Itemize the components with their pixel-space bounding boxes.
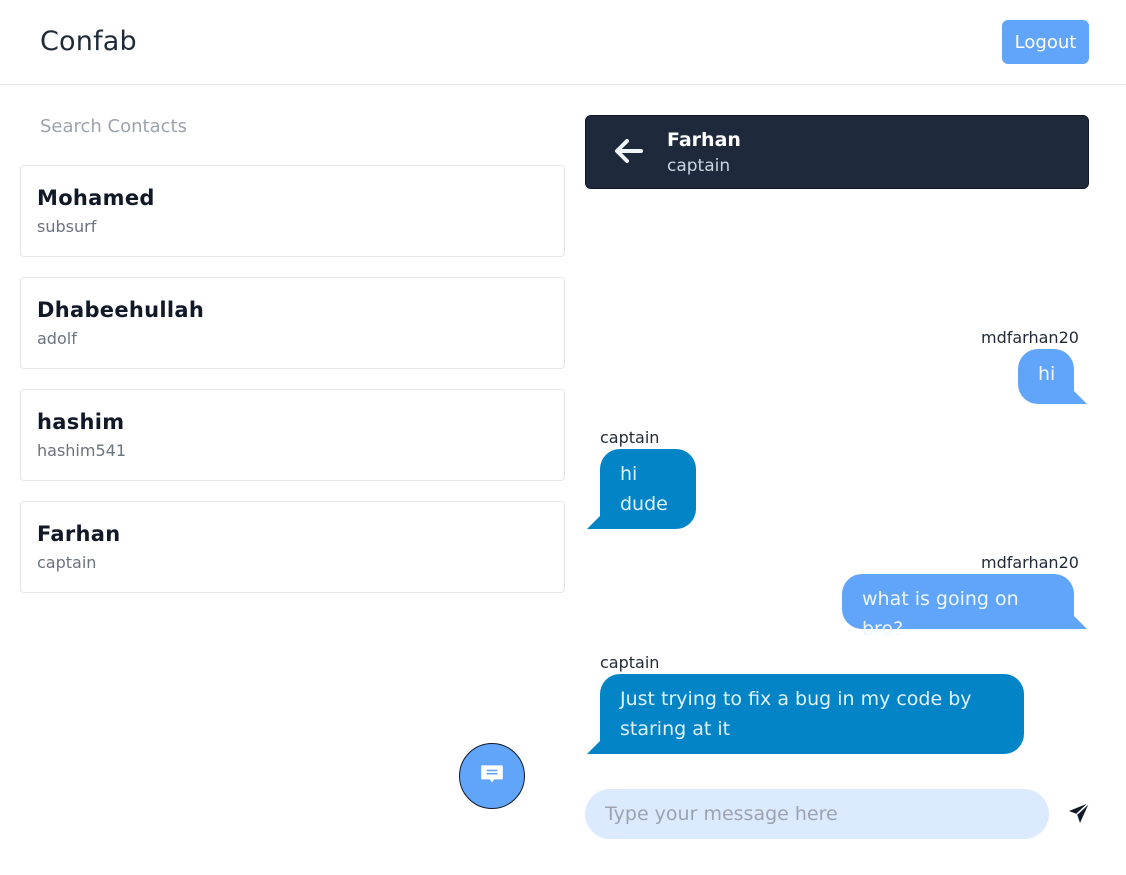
- message-bubble-incoming: hi dude: [600, 449, 696, 529]
- message-text: hi: [1038, 363, 1056, 385]
- paper-plane-icon: [1067, 801, 1091, 829]
- search-contacts-input[interactable]: [20, 106, 565, 146]
- contact-username: hashim541: [37, 441, 126, 460]
- chat-contact-username: captain: [667, 156, 731, 176]
- bubble-tail: [587, 740, 601, 754]
- message-sender: captain: [600, 653, 660, 672]
- message-text: Just trying to fix a bug in my code by: [620, 688, 972, 710]
- message-sender: mdfarhan20: [981, 328, 1079, 347]
- message-bubble-outgoing: what is going on bro?: [842, 574, 1074, 640]
- arrow-left-icon: [613, 137, 643, 169]
- message-text: hi: [620, 463, 638, 485]
- contact-name: Farhan: [37, 522, 121, 546]
- message-text: what is going on bro?: [862, 588, 1019, 640]
- contact-item[interactable]: Farhan captain: [20, 501, 565, 593]
- message-bubble-incoming: Just trying to fix a bug in my code by s…: [600, 674, 1024, 754]
- chat-header: Farhan captain: [585, 115, 1089, 189]
- message-sender: mdfarhan20: [981, 553, 1079, 572]
- bubble-tail: [1073, 615, 1087, 629]
- app-title: Confab: [40, 26, 137, 57]
- contact-name: Mohamed: [37, 186, 155, 210]
- message-bubble-outgoing: hi: [1018, 349, 1074, 404]
- contact-name: Dhabeehullah: [37, 298, 205, 322]
- bubble-tail: [1073, 390, 1087, 404]
- chat-contact-name: Farhan: [667, 129, 741, 151]
- logout-button[interactable]: Logout: [1002, 20, 1089, 64]
- message-text: staring at it: [620, 718, 731, 740]
- contact-item[interactable]: hashim hashim541: [20, 389, 565, 481]
- contact-name: hashim: [37, 410, 125, 434]
- back-button[interactable]: [610, 136, 646, 170]
- message-input[interactable]: [585, 789, 1049, 839]
- chat-bubble-icon: [479, 761, 505, 791]
- message-text: dude: [620, 493, 668, 515]
- contact-username: subsurf: [37, 217, 97, 236]
- top-bar: Confab Logout: [0, 0, 1126, 85]
- send-button[interactable]: [1064, 800, 1094, 830]
- contact-list: Mohamed subsurf Dhabeehullah adolf hashi…: [20, 165, 565, 613]
- new-chat-button[interactable]: [459, 743, 525, 809]
- contact-username: adolf: [37, 329, 77, 348]
- contact-username: captain: [37, 553, 97, 572]
- bubble-tail: [587, 515, 601, 529]
- contact-item[interactable]: Dhabeehullah adolf: [20, 277, 565, 369]
- contact-item[interactable]: Mohamed subsurf: [20, 165, 565, 257]
- message-sender: captain: [600, 428, 660, 447]
